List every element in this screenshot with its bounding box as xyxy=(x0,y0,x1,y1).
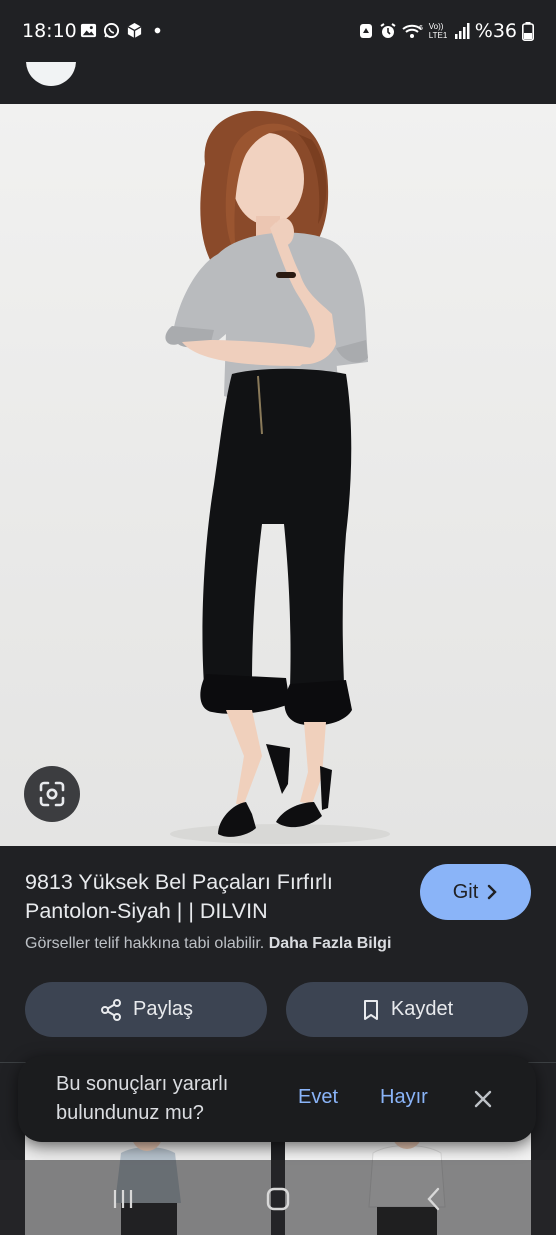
signal-icon xyxy=(454,23,470,39)
result-info-panel: 9813 Yüksek Bel Paçaları Fırfırlı Pantol… xyxy=(0,846,556,1066)
system-navigation-bar xyxy=(0,1160,556,1235)
svg-text:6: 6 xyxy=(419,25,423,32)
close-icon[interactable] xyxy=(470,1086,496,1112)
copyright-notice: Görseller telif hakkına tabi olabilir. D… xyxy=(25,935,391,953)
save-label: Kaydet xyxy=(390,998,454,1020)
notification-icons xyxy=(80,22,166,39)
home-button[interactable] xyxy=(258,1182,298,1216)
lens-search-button[interactable] xyxy=(24,766,80,822)
visit-button[interactable]: Git xyxy=(420,864,531,920)
share-icon xyxy=(100,998,121,1021)
box-icon xyxy=(127,22,142,39)
home-icon xyxy=(266,1187,290,1211)
feedback-no-button[interactable]: Hayır xyxy=(380,1086,428,1109)
more-info-link[interactable]: Daha Fazla Bilgi xyxy=(269,935,392,952)
share-label: Paylaş xyxy=(132,998,194,1020)
model-photo xyxy=(165,110,390,844)
status-time: 18:10 xyxy=(22,20,77,42)
result-title[interactable]: 9813 Yüksek Bel Paçaları Fırfırlı Pantol… xyxy=(25,868,405,926)
system-icons: 6 Vo)) LTE1 %36 xyxy=(358,20,534,42)
save-button[interactable]: Kaydet xyxy=(286,982,528,1037)
recycle-icon xyxy=(359,24,372,38)
share-button[interactable]: Paylaş xyxy=(25,982,267,1037)
status-bar: 18:10 6 Vo)) LTE1 %36 xyxy=(0,0,556,62)
whatsapp-icon xyxy=(103,22,120,39)
bookmark-icon xyxy=(363,999,378,1020)
dot-icon xyxy=(154,27,161,34)
gallery-icon xyxy=(80,23,97,38)
avatar[interactable] xyxy=(26,62,76,86)
visit-label: Git xyxy=(452,880,479,903)
feedback-prompt: Bu sonuçları yararlı bulundunuz mu? Evet… xyxy=(18,1056,536,1142)
back-button[interactable] xyxy=(414,1182,454,1216)
wifi-icon: 6 xyxy=(402,24,423,38)
copyright-text: Görseller telif hakkına tabi olabilir. xyxy=(25,935,265,952)
recent-apps-button[interactable] xyxy=(103,1182,143,1216)
recent-apps-icon xyxy=(113,1190,133,1208)
volte-icon: Vo)) LTE1 xyxy=(428,22,448,40)
back-icon xyxy=(427,1187,440,1211)
app-header xyxy=(0,62,556,104)
chevron-right-icon xyxy=(488,884,497,900)
feedback-yes-button[interactable]: Evet xyxy=(298,1086,338,1109)
lens-icon xyxy=(39,781,65,807)
alarm-icon xyxy=(380,23,396,38)
battery-icon xyxy=(522,21,534,41)
result-image[interactable] xyxy=(0,104,556,846)
battery-percent: %36 xyxy=(474,20,517,42)
feedback-question: Bu sonuçları yararlı bulundunuz mu? xyxy=(56,1073,229,1124)
